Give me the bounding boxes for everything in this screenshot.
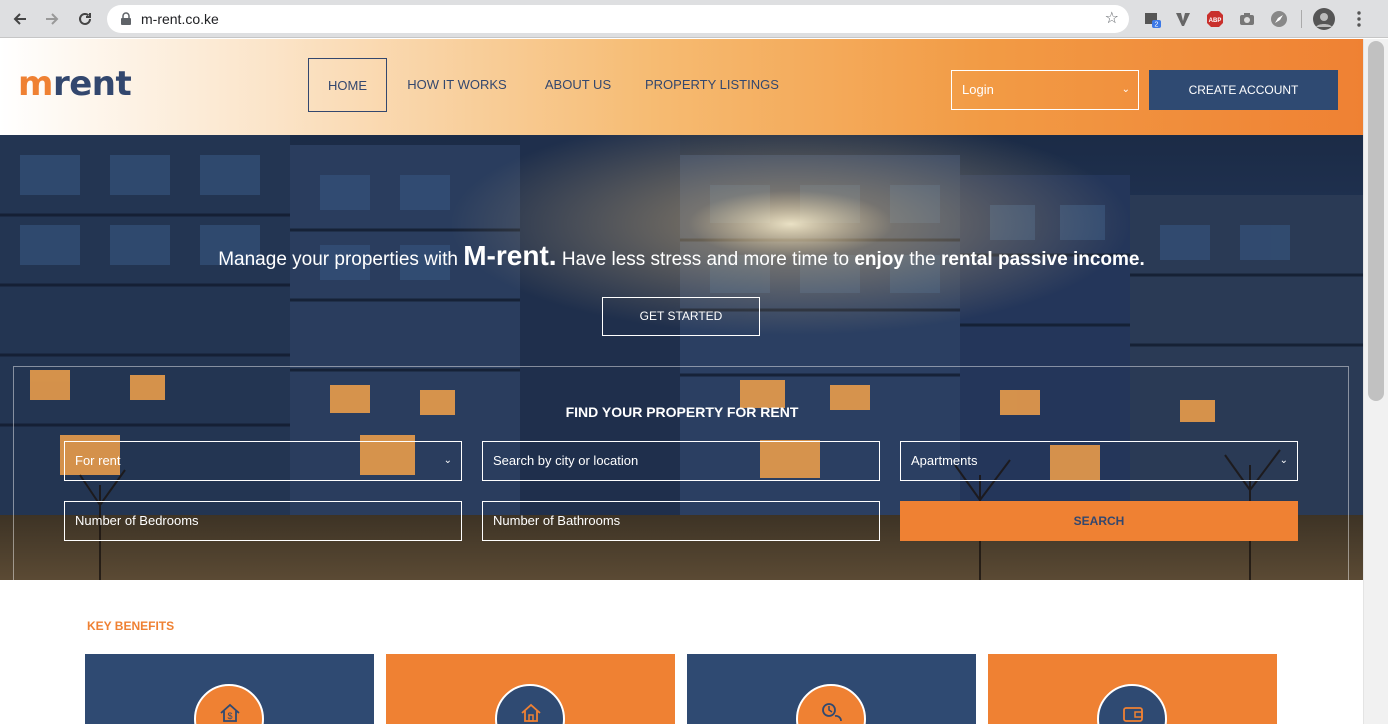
hero-headline: Manage your properties with M-rent. Have…: [0, 240, 1363, 272]
nav-about-us[interactable]: ABOUT US: [538, 58, 618, 112]
forward-arrow-icon[interactable]: [42, 9, 62, 29]
chevron-down-icon: ⌄: [1121, 84, 1130, 95]
hero-bold-enjoy: enjoy: [854, 249, 904, 270]
house-key-icon: [521, 703, 541, 722]
benefit-card-4: [988, 654, 1277, 724]
key-benefits-title: KEY BENEFITS: [87, 619, 175, 633]
web-page: mrent HOME HOW IT WORKS ABOUT US PROPERT…: [0, 39, 1363, 724]
wallet-icon: [1123, 707, 1143, 722]
toolbar-divider: [1301, 10, 1302, 28]
location-placeholder: Search by city or location: [493, 453, 639, 468]
get-started-button[interactable]: GET STARTED: [602, 297, 760, 336]
bedrooms-input[interactable]: Number of Bedrooms: [64, 501, 462, 541]
property-search-panel: FIND YOUR PROPERTY FOR RENT For rent ⌄ S…: [13, 366, 1349, 580]
browser-toolbar: m-rent.co.ke ☆ 2 ABP: [0, 0, 1388, 38]
extension-badge: 2: [1155, 22, 1159, 29]
bedrooms-placeholder: Number of Bedrooms: [75, 513, 199, 528]
svg-text:$: $: [227, 711, 232, 721]
benefit-icon-circle: $: [194, 684, 264, 724]
bookmark-star-icon[interactable]: ☆: [1105, 10, 1119, 28]
extension-box-icon[interactable]: 2: [1143, 10, 1161, 29]
profile-avatar-icon[interactable]: [1313, 8, 1335, 30]
benefit-card-1: $: [85, 654, 374, 724]
logo-m: m: [18, 64, 53, 104]
adblock-label: ABP: [1209, 18, 1222, 24]
rent-type-value: For rent: [75, 453, 121, 468]
url-text: m-rent.co.ke: [141, 11, 219, 27]
logo-rest: rent: [52, 64, 132, 104]
hero-text-1: Manage your properties with: [218, 249, 464, 270]
location-search-input[interactable]: Search by city or location: [482, 441, 880, 481]
hero-text-3: the: [903, 249, 941, 270]
login-select[interactable]: Login ⌄: [951, 70, 1139, 110]
back-arrow-icon[interactable]: [10, 9, 30, 29]
nav-property-listings[interactable]: PROPERTY LISTINGS: [645, 58, 779, 112]
property-type-select[interactable]: Apartments ⌄: [900, 441, 1298, 481]
hero-section: Manage your properties with M-rent. Have…: [0, 135, 1363, 580]
hero-text-2: Have less stress and more time to: [556, 249, 855, 270]
page-scrollbar[interactable]: [1363, 39, 1388, 724]
hero-brand: M-rent.: [463, 240, 557, 271]
browser-menu-icon[interactable]: [1350, 10, 1368, 28]
nav-home[interactable]: HOME: [308, 58, 387, 112]
scrollbar-thumb[interactable]: [1368, 41, 1384, 401]
search-button[interactable]: SEARCH: [900, 501, 1298, 541]
bathrooms-input[interactable]: Number of Bathrooms: [482, 501, 880, 541]
camera-icon[interactable]: [1238, 10, 1256, 28]
hero-bold-income: rental passive income.: [940, 249, 1145, 270]
create-account-button[interactable]: CREATE ACCOUNT: [1149, 70, 1338, 110]
benefit-card-3: [687, 654, 976, 724]
time-money-icon: [822, 703, 842, 722]
compass-icon[interactable]: [1270, 10, 1288, 28]
benefit-icon-circle: [796, 684, 866, 724]
mrent-logo[interactable]: mrent: [18, 64, 132, 104]
rent-type-select[interactable]: For rent ⌄: [64, 441, 462, 481]
reload-icon[interactable]: [75, 9, 95, 29]
login-select-value: Login: [962, 82, 994, 97]
bathrooms-placeholder: Number of Bathrooms: [493, 513, 621, 528]
chevron-down-icon: ⌄: [1279, 455, 1288, 466]
search-title: FIND YOUR PROPERTY FOR RENT: [565, 404, 799, 420]
house-dollar-icon: $: [220, 703, 240, 722]
site-header: mrent HOME HOW IT WORKS ABOUT US PROPERT…: [0, 39, 1363, 135]
benefit-icon-circle: [495, 684, 565, 724]
adblock-icon[interactable]: ABP: [1206, 10, 1224, 28]
lock-icon: [121, 12, 131, 25]
benefit-icon-circle: [1097, 684, 1167, 724]
chevron-down-icon: ⌄: [443, 455, 452, 466]
benefit-card-2: [386, 654, 675, 724]
property-type-value: Apartments: [911, 453, 978, 468]
address-bar[interactable]: m-rent.co.ke ☆: [107, 5, 1129, 33]
nav-how-it-works[interactable]: HOW IT WORKS: [402, 58, 512, 112]
vimium-v-icon[interactable]: [1174, 10, 1192, 28]
